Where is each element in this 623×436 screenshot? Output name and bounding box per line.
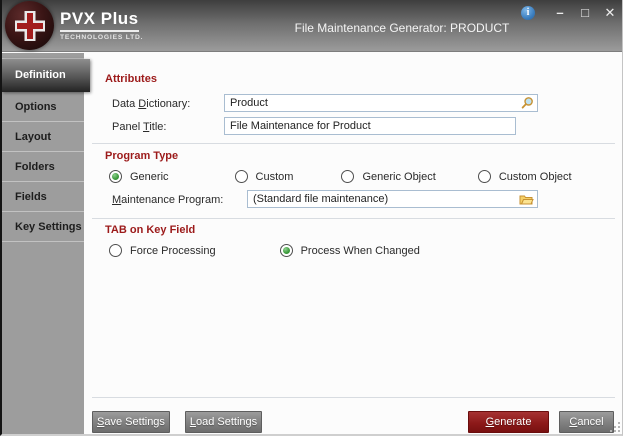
app-window: PVX Plus TECHNOLOGIES LTD. File Maintena… <box>0 0 623 436</box>
load-settings-button[interactable]: Load Settings <box>185 411 262 433</box>
radio-custom-object[interactable]: Custom Object <box>478 170 572 183</box>
label-part: enerate <box>494 416 531 428</box>
radio-custom-label: Custom <box>256 171 294 183</box>
search-icon[interactable] <box>520 96 534 110</box>
program-type-radio-group: Generic Custom Generic Object Custom Obj… <box>109 170 572 183</box>
maintenance-program-input[interactable]: (Standard file maintenance) <box>247 190 538 208</box>
radio-force-processing-label: Force Processing <box>130 245 216 257</box>
label-part: itle: <box>149 121 166 133</box>
section-divider <box>92 218 615 219</box>
radio-custom-circle[interactable] <box>235 170 248 183</box>
radio-generic-object[interactable]: Generic Object <box>341 170 435 183</box>
sidebar-nav: Definition Options Layout Folders Fields… <box>2 53 84 434</box>
label-part: ave Settings <box>104 416 165 428</box>
window-title: File Maintenance Generator: PRODUCT <box>212 21 592 35</box>
attributes-heading: Attributes <box>105 73 157 85</box>
panel-title-input[interactable]: File Maintenance for Product <box>224 117 516 135</box>
cancel-button[interactable]: Cancel <box>559 411 614 433</box>
pvx-globe-logo-icon <box>5 1 54 50</box>
panel-title-label: Panel Title: <box>112 121 166 133</box>
sidebar-item-fields[interactable]: Fields <box>2 182 84 212</box>
radio-generic-object-label: Generic Object <box>362 171 435 183</box>
sidebar-item-folders[interactable]: Folders <box>2 152 84 182</box>
sidebar-item-layout[interactable]: Layout <box>2 122 84 152</box>
save-settings-button[interactable]: Save Settings <box>92 411 170 433</box>
window-controls: i – □ ✕ <box>521 4 618 22</box>
label-part: ictionary: <box>146 98 190 110</box>
label-mnemonic: M <box>112 194 121 206</box>
logo-title: PVX Plus <box>60 9 139 32</box>
logo: PVX Plus TECHNOLOGIES LTD. <box>60 9 143 41</box>
generate-button[interactable]: Generate <box>468 411 549 433</box>
label-part: Data <box>112 98 138 110</box>
label-part: Panel <box>112 121 143 133</box>
data-dictionary-value: Product <box>230 95 520 111</box>
panel-title-value: File Maintenance for Product <box>230 118 515 134</box>
radio-process-when-changed-circle[interactable] <box>280 244 293 257</box>
radio-generic-circle[interactable] <box>109 170 122 183</box>
data-dictionary-input[interactable]: Product <box>224 94 538 112</box>
close-button[interactable]: ✕ <box>602 5 618 21</box>
folder-icon[interactable] <box>519 193 534 206</box>
label-mnemonic: G <box>486 416 495 428</box>
logo-subtitle: TECHNOLOGIES LTD. <box>60 34 143 41</box>
info-icon[interactable]: i <box>521 6 535 20</box>
program-type-heading: Program Type <box>105 150 178 162</box>
label-part: oad Settings <box>196 416 257 428</box>
maximize-button[interactable]: □ <box>577 5 593 21</box>
sidebar-item-definition[interactable]: Definition <box>2 59 90 92</box>
maintenance-program-value: (Standard file maintenance) <box>253 191 519 207</box>
radio-generic-object-circle[interactable] <box>341 170 354 183</box>
tab-key-radio-group: Force Processing Process When Changed <box>109 244 420 257</box>
radio-custom[interactable]: Custom <box>235 170 294 183</box>
radio-force-processing[interactable]: Force Processing <box>109 244 216 257</box>
footer-divider <box>92 397 615 398</box>
radio-custom-object-circle[interactable] <box>478 170 491 183</box>
tab-on-key-field-heading: TAB on Key Field <box>105 224 195 236</box>
radio-process-when-changed[interactable]: Process When Changed <box>280 244 420 257</box>
minimize-button[interactable]: – <box>552 5 568 21</box>
title-bar: PVX Plus TECHNOLOGIES LTD. File Maintena… <box>2 0 622 52</box>
maintenance-program-label: Maintenance Program: <box>112 194 223 206</box>
resize-grip-icon[interactable] <box>610 422 620 432</box>
sidebar-item-options[interactable]: Options <box>2 92 84 122</box>
radio-process-when-changed-label: Process When Changed <box>301 245 420 257</box>
radio-generic[interactable]: Generic <box>109 170 169 183</box>
section-divider <box>92 143 615 144</box>
label-part: ancel <box>577 416 603 428</box>
data-dictionary-label: Data Dictionary: <box>112 98 190 110</box>
radio-generic-label: Generic <box>130 171 169 183</box>
label-part: aintenance Program: <box>121 194 223 206</box>
radio-custom-object-label: Custom Object <box>499 171 572 183</box>
sidebar-item-key-settings[interactable]: Key Settings <box>2 212 84 242</box>
radio-force-processing-circle[interactable] <box>109 244 122 257</box>
